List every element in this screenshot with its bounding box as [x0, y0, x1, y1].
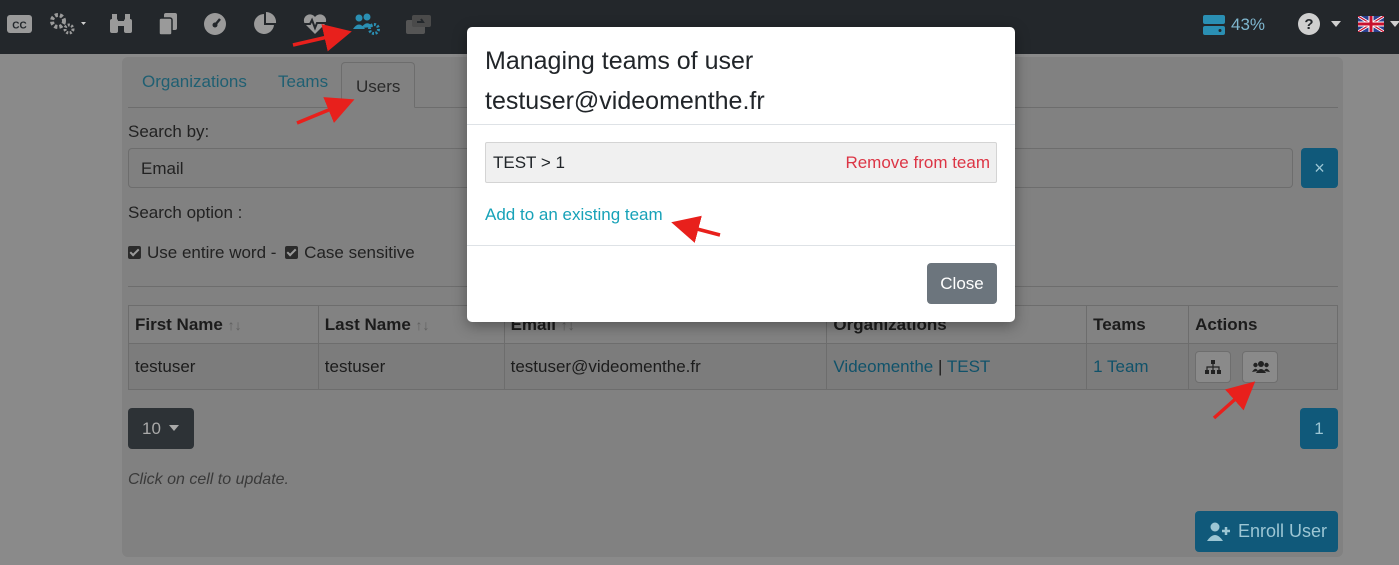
organization-separator: | — [938, 356, 943, 376]
close-button[interactable]: Close — [927, 263, 997, 304]
pagination-page-button[interactable]: 1 — [1300, 408, 1338, 449]
pie-chart-icon[interactable] — [253, 12, 277, 36]
storage-percent: 43% — [1231, 15, 1266, 34]
manage-organizations-button[interactable] — [1195, 350, 1232, 383]
modal-header-divider — [467, 124, 1015, 125]
sort-icon[interactable]: ↑↓ — [416, 317, 430, 333]
heartbeat-icon[interactable] — [302, 12, 328, 36]
use-entire-word-label: Use entire word - — [147, 243, 277, 262]
column-header-teams: Teams — [1086, 305, 1190, 344]
modal-title: Managing teams of user testuser@videomen… — [485, 41, 1005, 121]
tab-users[interactable]: Users — [341, 62, 416, 108]
dashboard-gauge-icon[interactable] — [203, 12, 227, 36]
search-by-label: Search by: — [128, 122, 210, 141]
binoculars-icon[interactable] — [109, 12, 133, 36]
add-to-existing-team-link[interactable]: Add to an existing team — [485, 205, 663, 225]
teams-link[interactable]: 1 Team — [1093, 357, 1148, 376]
storage-indicator[interactable]: 43% — [1203, 12, 1265, 38]
page-size-dropdown[interactable]: 10 — [128, 408, 194, 449]
clear-search-button[interactable]: × — [1301, 148, 1338, 188]
remove-from-team-link[interactable]: Remove from team — [845, 153, 990, 173]
question-circle-icon: ? — [1298, 13, 1320, 35]
search-field-value: Email — [141, 159, 184, 178]
svg-text:?: ? — [1304, 16, 1313, 33]
organization-link[interactable]: TEST — [947, 357, 990, 376]
table-row: testuser testuser testuser@videomenthe.f… — [128, 343, 1338, 390]
enroll-user-label: Enroll User — [1237, 521, 1328, 541]
page-size-value: 10 — [142, 419, 161, 438]
sitemap-icon — [1205, 359, 1222, 374]
manage-teams-button[interactable] — [1241, 350, 1278, 383]
modal-user-email: testuser@videomenthe.fr — [485, 87, 765, 115]
case-sensitive-label: Case sensitive — [304, 243, 415, 262]
tab-organizations[interactable]: Organizations — [142, 72, 247, 92]
chevron-down-icon — [1331, 21, 1341, 27]
chevron-down-icon — [1390, 21, 1399, 27]
modal-footer-divider — [467, 245, 1015, 246]
user-plus-icon — [1206, 522, 1230, 541]
team-name: TEST > 1 — [493, 153, 565, 172]
copy-icon[interactable] — [158, 12, 178, 36]
team-membership-row: TEST > 1 Remove from team — [485, 142, 997, 183]
teams-cell: 1 Team — [1086, 343, 1190, 390]
svg-text:CC: CC — [12, 21, 26, 32]
uk-flag-icon — [1358, 16, 1384, 32]
chevron-down-icon — [168, 425, 179, 431]
column-header-first-name[interactable]: First Name ↑↓ — [128, 305, 319, 344]
search-options: Use entire word - Case sensitive — [128, 243, 415, 263]
language-menu[interactable] — [1358, 12, 1399, 36]
enroll-user-button[interactable]: Enroll User — [1195, 511, 1338, 552]
organization-link[interactable]: Videomenthe — [833, 357, 933, 376]
table-hint: Click on cell to update. — [128, 471, 289, 488]
settings-gears-icon[interactable] — [48, 12, 92, 36]
modal-title-line: Managing teams of user — [485, 47, 754, 75]
users-settings-icon[interactable] — [352, 12, 380, 36]
tab-teams[interactable]: Teams — [278, 72, 328, 92]
first-name-cell[interactable]: testuser — [128, 343, 319, 390]
search-option-label: Search option : — [128, 203, 243, 222]
users-icon — [1251, 360, 1270, 373]
manage-teams-modal: Managing teams of user testuser@videomen… — [467, 27, 1015, 322]
last-name-cell[interactable]: testuser — [317, 343, 505, 390]
email-cell[interactable]: testuser@videomenthe.fr — [503, 343, 828, 390]
use-entire-word-checkbox[interactable] — [128, 246, 141, 259]
help-menu[interactable]: ? — [1297, 12, 1341, 36]
organizations-cell: Videomenthe | TEST — [826, 343, 1088, 390]
column-header-actions: Actions — [1188, 305, 1338, 344]
case-sensitive-checkbox[interactable] — [285, 246, 299, 259]
cc-icon[interactable]: CC — [7, 12, 32, 36]
sort-icon[interactable]: ↑↓ — [228, 317, 242, 333]
actions-cell — [1188, 343, 1338, 390]
transfer-icon[interactable] — [405, 12, 433, 36]
storage-server-icon — [1203, 15, 1225, 35]
